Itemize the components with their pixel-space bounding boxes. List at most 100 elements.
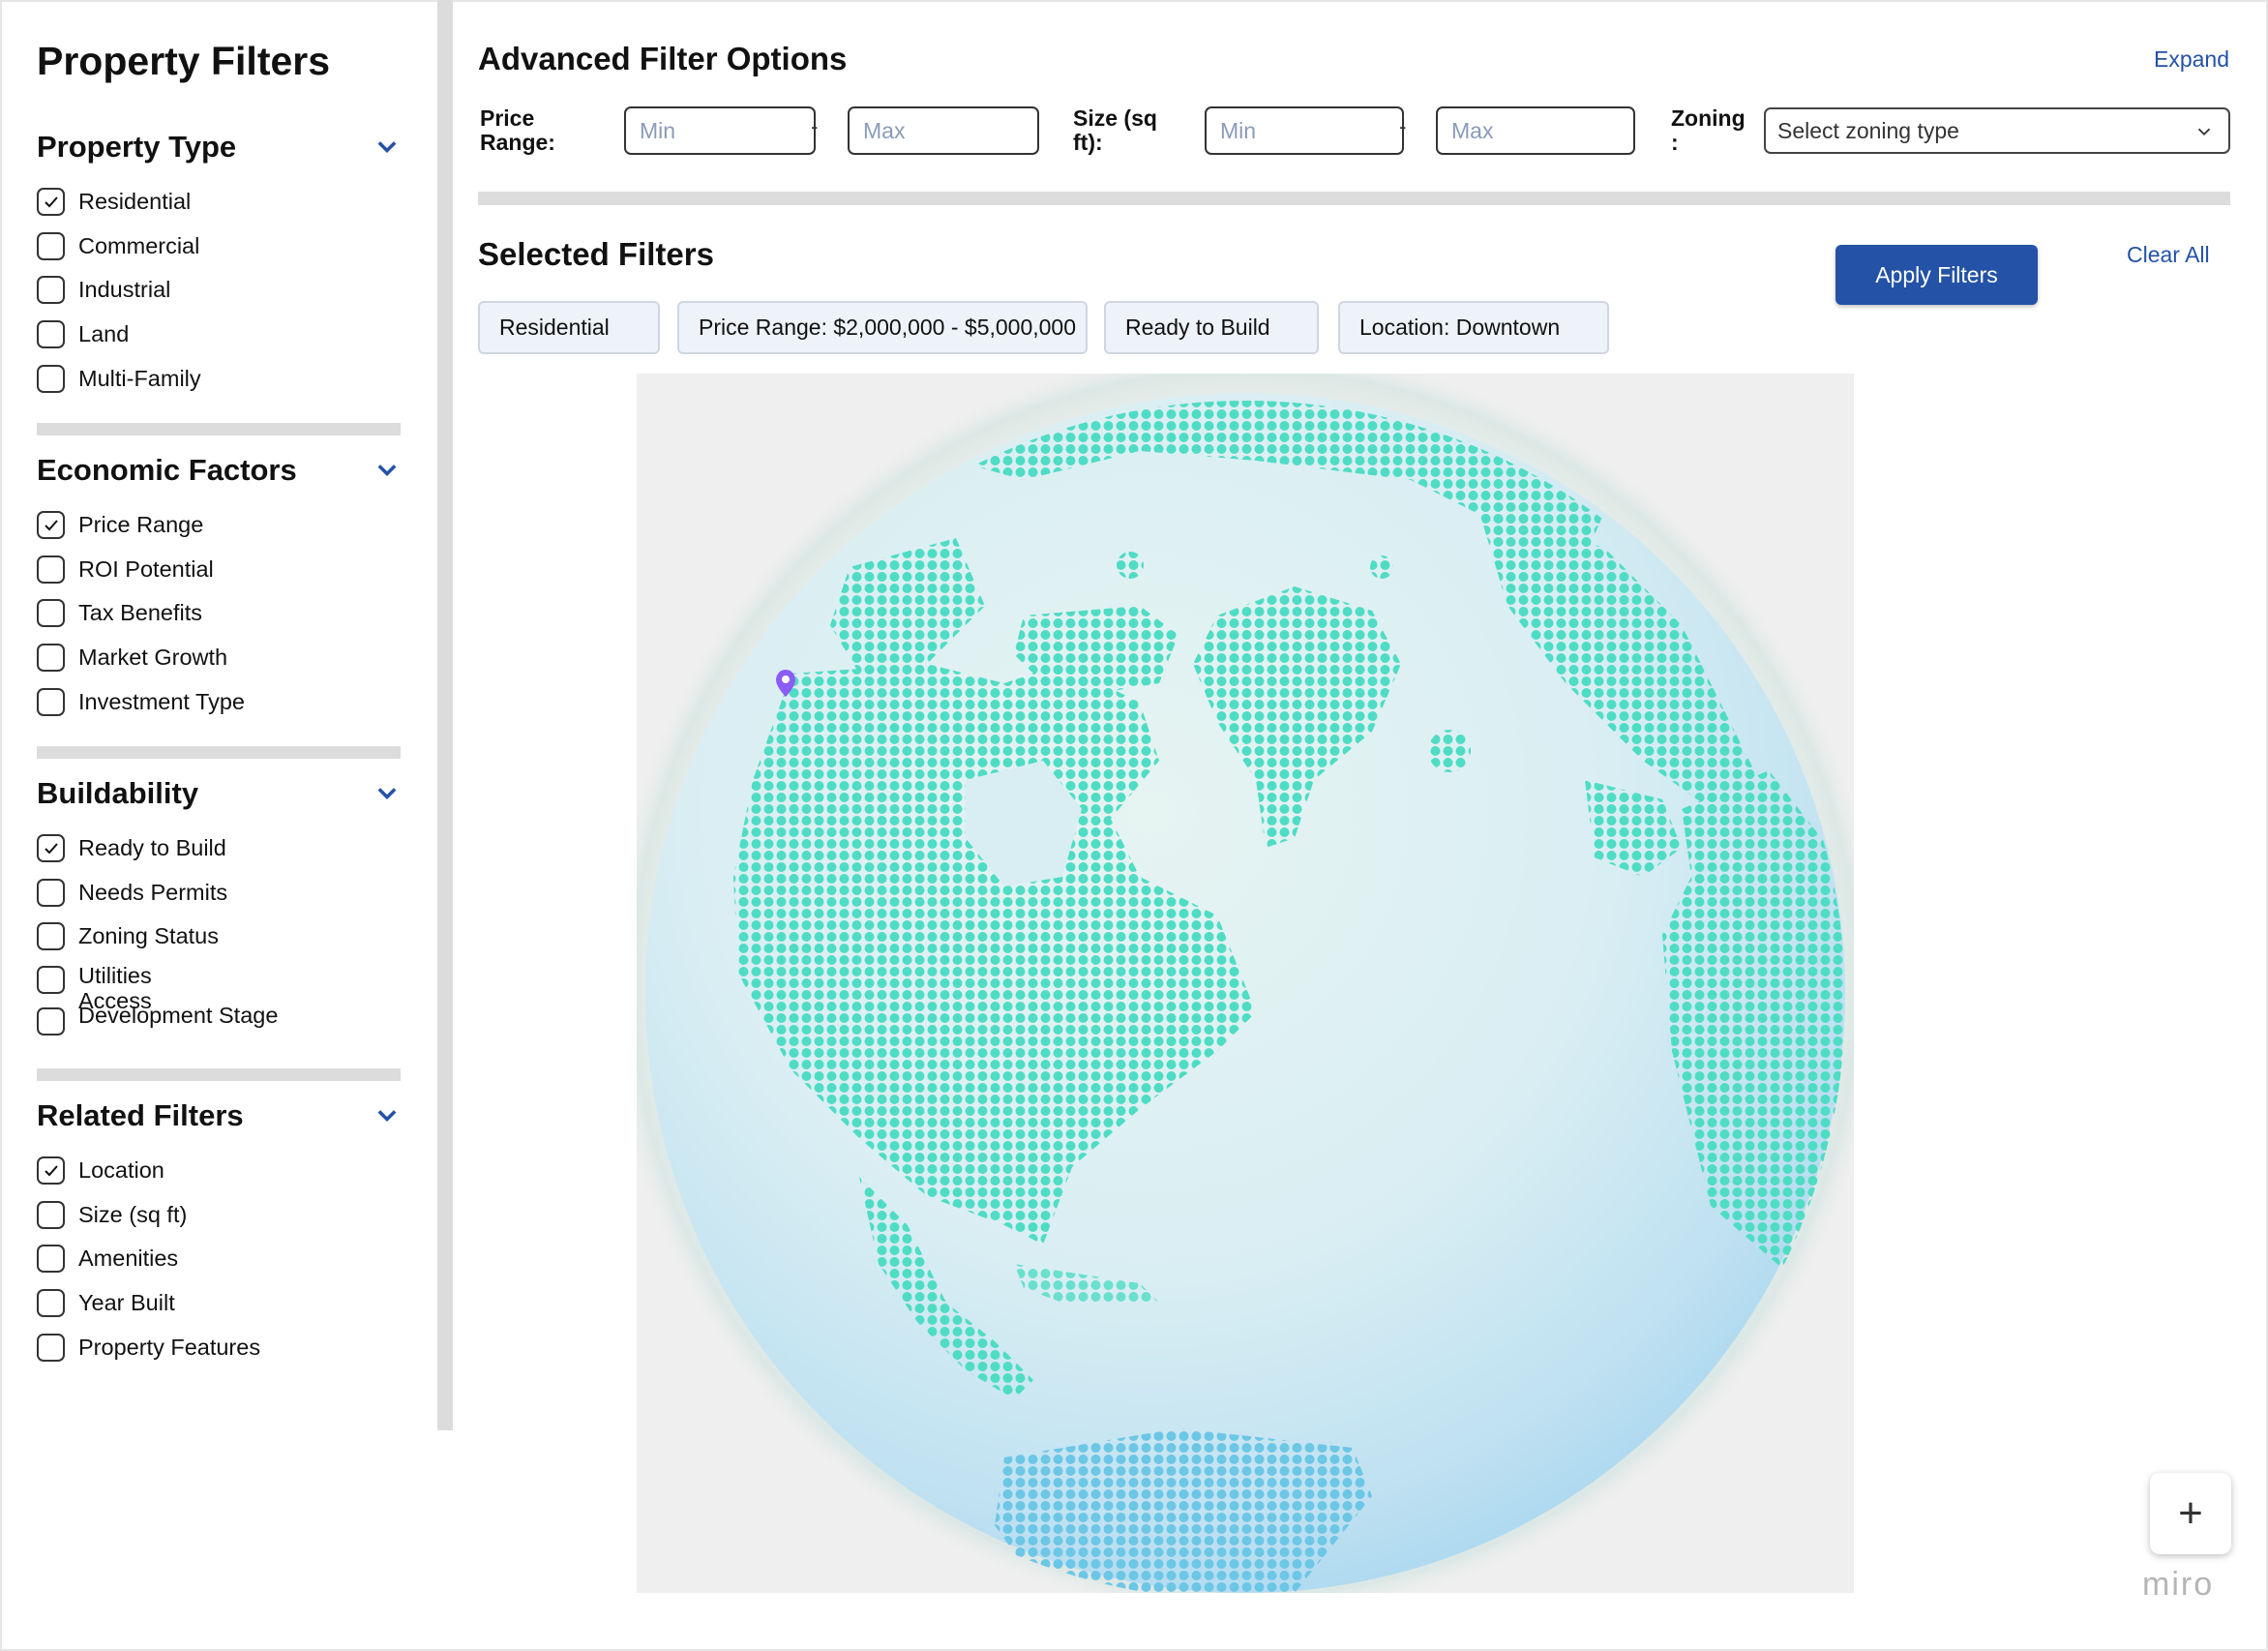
expand-link[interactable]: Expand bbox=[2154, 46, 2229, 73]
checkbox[interactable] bbox=[37, 965, 65, 994]
sidebar-scrollbar[interactable] bbox=[437, 0, 453, 1430]
size-label: Size (sq ft): bbox=[1073, 105, 1157, 155]
option-label: Zoning Status bbox=[78, 923, 220, 949]
checkbox-land[interactable]: Land bbox=[37, 313, 401, 357]
filter-chip-ready-to-build[interactable]: Ready to Build bbox=[1104, 301, 1319, 354]
checkbox-market-growth[interactable]: Market Growth bbox=[37, 636, 401, 680]
section-buildability: Buildability Ready to Build Needs Permit… bbox=[37, 770, 401, 1043]
size-max-input[interactable]: Max bbox=[1436, 106, 1635, 155]
section-header[interactable]: Related Filters bbox=[37, 1093, 401, 1139]
checkbox-location[interactable]: Location bbox=[37, 1149, 401, 1193]
price-min-input[interactable]: Min bbox=[624, 106, 816, 155]
option-label: Property Features bbox=[78, 1334, 261, 1360]
checkbox-amenities[interactable]: Amenities bbox=[37, 1237, 401, 1281]
checkmark-icon bbox=[44, 1165, 58, 1177]
checkbox-residential[interactable]: Residential bbox=[37, 180, 401, 225]
section-divider bbox=[37, 746, 401, 759]
checkbox-zoning-status[interactable]: Zoning Status bbox=[37, 915, 401, 959]
checkbox[interactable] bbox=[37, 276, 65, 305]
filter-chip-location[interactable]: Location: Downtown bbox=[1338, 301, 1609, 354]
option-label: Residential bbox=[78, 189, 192, 215]
option-label: Price Range bbox=[78, 512, 204, 538]
checkbox[interactable] bbox=[37, 878, 65, 907]
iceland bbox=[1428, 730, 1471, 772]
checkbox-multi-family[interactable]: Multi-Family bbox=[37, 356, 401, 401]
checkbox[interactable] bbox=[37, 511, 65, 540]
checkbox[interactable] bbox=[37, 1245, 65, 1274]
chevron-down-icon[interactable] bbox=[373, 457, 401, 484]
apply-filters-button[interactable]: Apply Filters bbox=[1835, 245, 2038, 305]
option-label: Multi-Family bbox=[78, 365, 201, 391]
globe-svg bbox=[637, 374, 1854, 1593]
section-header[interactable]: Economic Factors bbox=[37, 447, 401, 494]
checkbox-roi-potential[interactable]: ROI Potential bbox=[37, 548, 401, 592]
section-header[interactable]: Property Type bbox=[37, 124, 401, 170]
checkbox-investment-type[interactable]: Investment Type bbox=[37, 679, 401, 724]
section-title: Economic Factors bbox=[37, 453, 297, 487]
option-label: Industrial bbox=[78, 277, 171, 303]
checkbox-development-stage[interactable]: Development Stage bbox=[37, 1000, 401, 1044]
chevron-down-icon[interactable] bbox=[373, 134, 401, 161]
section-header[interactable]: Buildability bbox=[37, 770, 401, 817]
option-label: Tax Benefits bbox=[78, 600, 203, 626]
option-label: Location bbox=[78, 1157, 164, 1184]
checkbox-needs-permits[interactable]: Needs Permits bbox=[37, 871, 401, 916]
section-divider bbox=[37, 423, 401, 435]
zoning-select[interactable]: Select zoning type bbox=[1764, 107, 2230, 154]
checkbox[interactable] bbox=[37, 364, 65, 393]
island bbox=[1117, 552, 1144, 579]
checkbox[interactable] bbox=[37, 834, 65, 863]
option-label: Investment Type bbox=[78, 688, 245, 714]
checkbox[interactable] bbox=[37, 1156, 65, 1186]
checkbox[interactable] bbox=[37, 555, 65, 584]
filter-chip-residential[interactable]: Residential bbox=[478, 301, 660, 354]
option-label: Market Growth bbox=[78, 645, 228, 671]
checkbox[interactable] bbox=[37, 599, 65, 628]
zoning-label: Zoning : bbox=[1671, 105, 1746, 155]
checkbox[interactable] bbox=[37, 1200, 65, 1229]
checkbox-utilities-access[interactable]: Utilities Access bbox=[37, 959, 401, 1013]
checkbox-industrial[interactable]: Industrial bbox=[37, 268, 401, 313]
checkbox-year-built[interactable]: Year Built bbox=[37, 1281, 401, 1326]
checkbox-property-features[interactable]: Property Features bbox=[37, 1325, 401, 1369]
size-min-input[interactable]: Min bbox=[1205, 106, 1404, 155]
price-range-label: Price Range: bbox=[480, 105, 555, 155]
option-label: Year Built bbox=[78, 1290, 175, 1316]
option-label: Needs Permits bbox=[78, 879, 228, 905]
section-title: Related Filters bbox=[37, 1098, 244, 1132]
checkbox-price-range[interactable]: Price Range bbox=[37, 503, 401, 548]
checkbox[interactable] bbox=[37, 320, 65, 349]
range-dash: - bbox=[811, 114, 819, 138]
price-max-input[interactable]: Max bbox=[848, 106, 1039, 155]
checkbox-ready-to-build[interactable]: Ready to Build bbox=[37, 826, 401, 871]
chevron-down-icon[interactable] bbox=[373, 780, 401, 807]
checkmark-icon bbox=[44, 196, 58, 208]
checkbox[interactable] bbox=[37, 231, 65, 260]
zoom-in-button[interactable]: + bbox=[2150, 1473, 2231, 1554]
miro-watermark: miro bbox=[2142, 1566, 2215, 1603]
island bbox=[1159, 1012, 1198, 1051]
option-label: Land bbox=[78, 321, 130, 347]
checkbox[interactable] bbox=[37, 644, 65, 673]
checkbox[interactable] bbox=[37, 922, 65, 951]
advanced-filters-title: Advanced Filter Options bbox=[478, 41, 848, 76]
clear-all-link[interactable]: Clear All bbox=[2127, 242, 2210, 268]
checkbox-commercial[interactable]: Commercial bbox=[37, 225, 401, 269]
checkbox-tax-benefits[interactable]: Tax Benefits bbox=[37, 591, 401, 636]
option-label: Ready to Build bbox=[78, 835, 226, 861]
chevron-down-icon bbox=[2197, 128, 2211, 136]
option-label: Amenities bbox=[78, 1246, 179, 1272]
checkbox-size[interactable]: Size (sq ft) bbox=[37, 1193, 401, 1238]
checkbox[interactable] bbox=[37, 687, 65, 716]
range-dash: - bbox=[1399, 114, 1407, 138]
chevron-down-icon[interactable] bbox=[373, 1102, 401, 1129]
checkbox[interactable] bbox=[37, 1333, 65, 1362]
checkbox[interactable] bbox=[37, 1007, 65, 1036]
filter-chip-price-range[interactable]: Price Range: $2,000,000 - $5,000,000 bbox=[677, 301, 1088, 354]
globe-visualization[interactable] bbox=[637, 374, 1854, 1593]
option-label: Commercial bbox=[78, 232, 200, 258]
checkbox[interactable] bbox=[37, 188, 65, 217]
checkmark-icon bbox=[44, 520, 58, 531]
checkbox[interactable] bbox=[37, 1289, 65, 1318]
selected-filters-title: Selected Filters bbox=[478, 236, 714, 272]
